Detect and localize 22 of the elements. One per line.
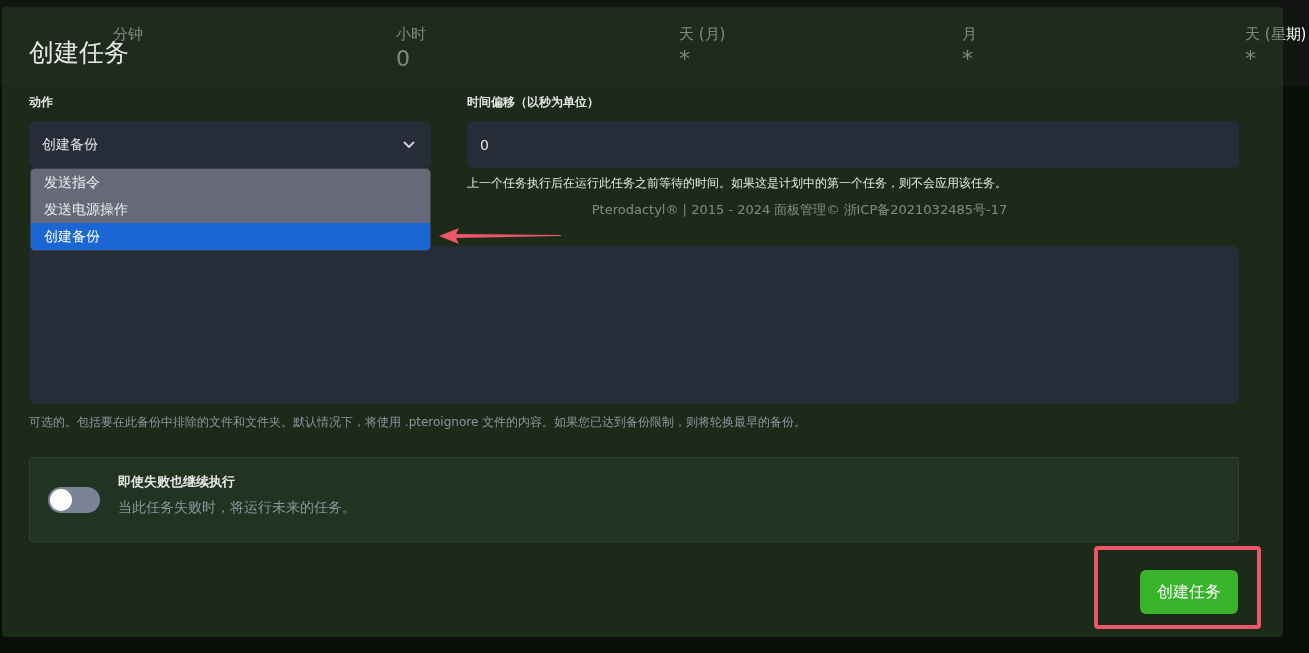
cron-field-label: 天 (月)	[679, 24, 726, 44]
create-task-button[interactable]: 创建任务	[1140, 570, 1238, 614]
field-label: 时间偏移（以秒为单位）	[467, 94, 599, 110]
help-text: 上一个任务执行后在运行此任务之前等待的时间。如果这是计划中的第一个任务，则不会应用该任务。	[467, 175, 1007, 191]
dropdown-option[interactable]: 发送指令	[31, 169, 430, 196]
cron-field-value: *	[679, 45, 690, 73]
field-label: 动作	[29, 94, 53, 110]
cron-field-value: 0	[396, 45, 410, 73]
cron-field-value: *	[1245, 45, 1256, 73]
cron-field-label: 小时	[396, 24, 426, 44]
help-text: 可选的。包括要在此备份中排除的文件和文件夹。默认情况下，将使用 .pteroignore 文件的内容。如果您已达到备份限制，则将轮换最早的备份。	[29, 414, 807, 430]
cron-field-label: 天 (星期)	[1245, 24, 1307, 44]
toggle-label: 即使失败也继续执行	[118, 473, 235, 491]
toggle-description: 当此任务失败时，将运行未来的任务。	[118, 499, 356, 517]
cron-field-value: *	[962, 45, 973, 73]
footer-text: Pterodactyl® | 2015 - 2024 面板管理© 浙ICP备2021032485号-17	[591, 201, 1008, 219]
dropdown-option[interactable]: 发送电源操作	[31, 196, 430, 223]
cron-field-label: 月	[962, 24, 977, 44]
chevron-down-icon	[403, 140, 415, 149]
toggle-switch[interactable]	[48, 487, 100, 513]
offset-input[interactable]: 0	[467, 121, 1239, 168]
dropdown-option[interactable]: 创建备份	[31, 223, 430, 250]
